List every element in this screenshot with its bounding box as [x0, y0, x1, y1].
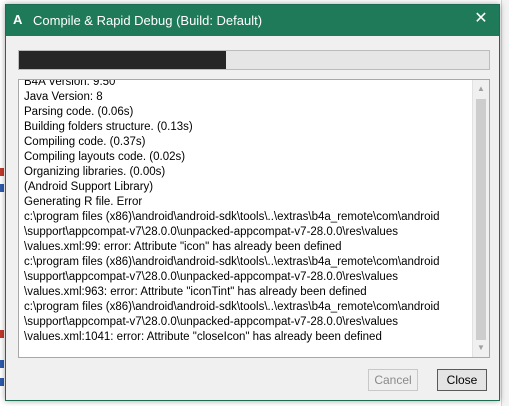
log-lines: B4A Version: 9.50 Java Version: 8 Parsing … [24, 79, 467, 345]
log-line: Generating R file. Error [24, 196, 143, 208]
background-right-edge [501, 0, 509, 406]
app-logo-icon: A [13, 12, 23, 27]
log-line: \values.xml:963: error: Attribute "iconT… [24, 286, 367, 298]
progress-bar [18, 50, 490, 70]
log-line: \support\appcompat-v7\28.0.0\unpacked-ap… [24, 226, 398, 238]
log-line: Parsing code. (0.06s) [24, 106, 134, 118]
title-bar: A Compile & Rapid Debug (Build: Default)… [6, 5, 499, 36]
close-icon[interactable]: ✕ [473, 10, 489, 28]
log-line: Organizing libraries. (0.00s) [24, 166, 166, 178]
log-line: c:\program files (x86)\android\android-s… [24, 301, 440, 313]
background-mark [0, 184, 4, 192]
progress-fill [19, 51, 226, 69]
scroll-thumb[interactable] [476, 99, 486, 340]
background-mark [0, 360, 4, 368]
log-line: c:\program files (x86)\android\android-s… [24, 256, 440, 268]
scroll-up-icon[interactable]: ▲ [473, 81, 489, 97]
log-line: \values.xml:99: error: Attribute "icon" … [24, 241, 342, 253]
scroll-down-icon[interactable]: ▼ [473, 340, 489, 356]
compile-dialog: A Compile & Rapid Debug (Build: Default)… [5, 4, 500, 401]
cancel-button[interactable]: Cancel [368, 369, 418, 391]
log-line: (Android Support Library) [24, 181, 154, 193]
background-mark [0, 378, 4, 386]
background-mark [0, 168, 4, 176]
close-button[interactable]: Close [437, 369, 487, 391]
log-line: B4A Version: 9.50 [24, 79, 116, 88]
log-scrollbar[interactable]: ▲ ▼ [472, 80, 489, 357]
log-line: \support\appcompat-v7\28.0.0\unpacked-ap… [24, 271, 398, 283]
log-line: Java Version: 8 [24, 91, 103, 103]
log-line: Building folders structure. (0.13s) [24, 121, 193, 133]
background-mark [0, 330, 4, 338]
log-line: \values.xml:1041: error: Attribute "clos… [24, 331, 382, 343]
dialog-title: Compile & Rapid Debug (Build: Default) [33, 13, 263, 28]
log-line: c:\program files (x86)\android\android-s… [24, 211, 440, 223]
log-line: Compiling code. (0.37s) [24, 136, 146, 148]
log-line: \support\appcompat-v7\28.0.0\unpacked-ap… [24, 316, 398, 328]
compile-log[interactable]: B4A Version: 9.50 Java Version: 8 Parsing … [18, 79, 490, 358]
log-line: Compiling layouts code. (0.02s) [24, 151, 186, 163]
